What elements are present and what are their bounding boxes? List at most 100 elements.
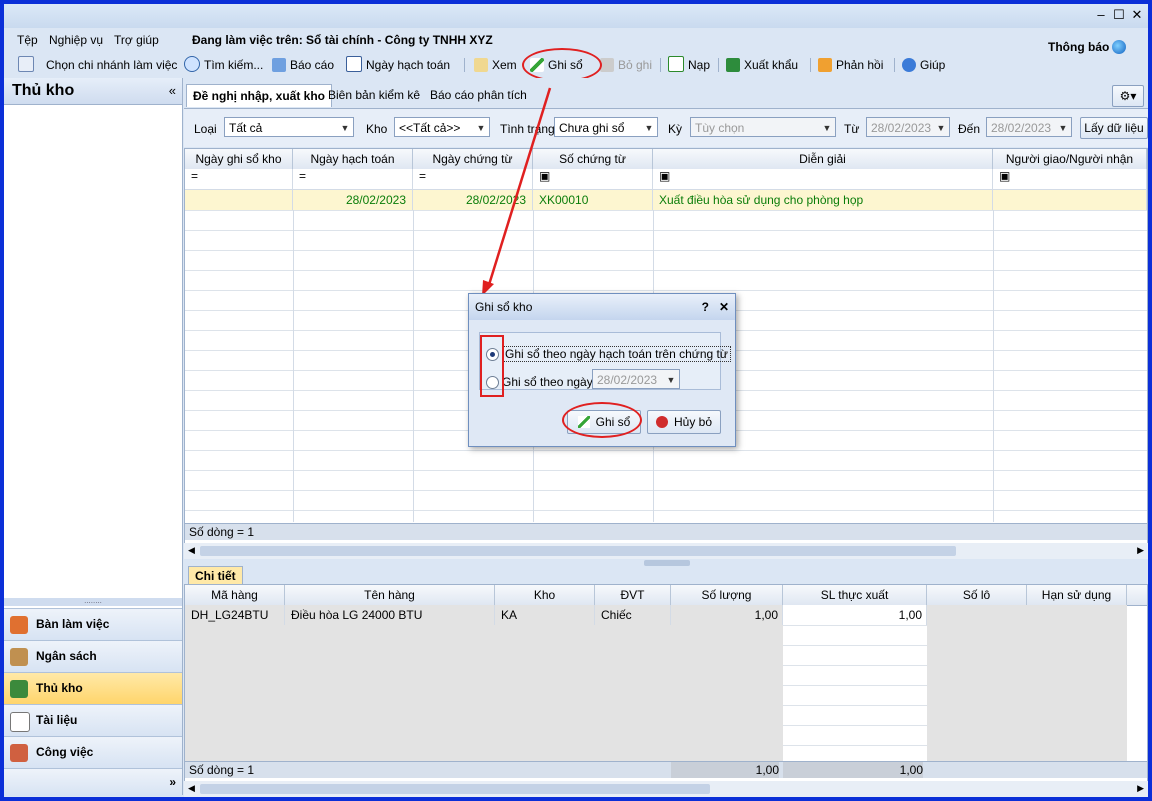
search-icon [184,56,200,72]
cell-person [993,190,1147,210]
unpost-button[interactable]: Bỏ ghi [600,56,652,74]
detail-row[interactable]: DH_LG24BTU Điều hòa LG 24000 BTU KA Chiế… [185,605,1147,625]
scroll-right-icon[interactable]: ▶ [1137,545,1144,556]
total-actual-qty: 1,00 [783,762,923,778]
highlight-post-button [522,48,602,82]
dialog-cancel-button[interactable]: Hủy bỏ [647,410,721,434]
toolbar-separator [464,58,465,72]
warehouse-select[interactable]: <<Tất cả>> ▼ [394,117,490,137]
minimize-button[interactable]: ‒ [1092,7,1110,23]
to-label: Đến [958,122,981,136]
cell-actual-qty[interactable]: 1,00 [783,605,927,625]
nav-budget[interactable]: Ngân sách [4,640,182,672]
to-date-picker[interactable]: 28/02/2023 ▼ [986,117,1072,137]
nav-tasks[interactable]: Công việc [4,736,182,768]
cell-voucher-no: XK00010 [533,190,653,210]
col-voucher-no[interactable]: Số chứng từ [533,149,653,169]
cell-item-name: Điều hòa LG 24000 BTU [285,605,495,625]
col-lot[interactable]: Số lô [927,585,1027,605]
dialog-close-button[interactable]: ✕ [719,294,729,320]
dialog-date-picker[interactable]: 28/02/2023 ▼ [592,369,680,389]
nav-more[interactable]: » [4,768,182,796]
filter-cell[interactable]: ▣ [993,169,1147,189]
scroll-left-icon[interactable]: ◀ [188,545,195,556]
fetch-data-button[interactable]: Lấy dữ liệu [1080,117,1148,139]
from-date-picker[interactable]: 28/02/2023 ▼ [866,117,950,137]
scroll-thumb[interactable] [200,546,956,556]
nav-desk[interactable]: Bàn làm việc [4,608,182,640]
type-select[interactable]: Tất cả ▼ [224,117,354,137]
cell-description: Xuất điều hòa sử dụng cho phòng họp [653,190,993,210]
dialog-help-button[interactable]: ? [702,294,709,320]
status-select[interactable]: Chưa ghi sổ ▼ [554,117,658,137]
table-row[interactable]: 28/02/2023 28/02/2023 XK00010 Xuất điều … [185,190,1147,210]
help-button[interactable]: Giúp [902,56,945,74]
detail-scrollbar[interactable]: ◀ ▶ [184,781,1148,797]
toolbar-separator [894,58,895,72]
col-quantity[interactable]: Số lượng [671,585,783,605]
col-expiry[interactable]: Hạn sử dụng [1027,585,1127,605]
scroll-left-icon[interactable]: ◀ [188,783,195,794]
view-button[interactable]: Xem [474,56,517,74]
tab-detail[interactable]: Chi tiết [188,566,243,585]
branch-button[interactable]: Chọn chi nhánh làm việc [18,56,177,74]
filter-cell[interactable]: = [293,169,413,189]
collapse-button[interactable]: « [169,78,176,104]
filter-cell[interactable]: = [185,169,293,189]
tab-requests[interactable]: Đề nghị nhập, xuất kho [186,84,333,107]
nav-documents[interactable]: Tài liệu [4,704,182,736]
menu-file[interactable]: Tệp [17,33,38,47]
period-select[interactable]: Tùy chọn ▼ [690,117,836,137]
col-stock-post-date[interactable]: Ngày ghi sổ kho [185,149,293,169]
col-person[interactable]: Người giao/Người nhận [993,149,1147,169]
calendar-icon [346,56,362,72]
scroll-thumb[interactable] [200,784,710,794]
opt2-label[interactable]: Ghi sổ theo ngày [502,375,593,389]
help-icon [902,58,916,72]
posting-date-button[interactable]: Ngày hạch toán [346,56,450,74]
highlight-radio-options [480,335,504,397]
col-unit[interactable]: ĐVT [595,585,671,605]
col-item-name[interactable]: Tên hàng [285,585,495,605]
export-button[interactable]: Xuất khẩu [726,56,798,74]
report-button[interactable]: Báo cáo [272,56,334,74]
scroll-right-icon[interactable]: ▶ [1137,783,1144,794]
nav-warehouse[interactable]: Thủ kho [4,672,182,704]
dialog-title: Ghi sổ kho [475,300,533,314]
nav-splitter[interactable]: ........ [4,597,182,606]
tab-analysis[interactable]: Báo cáo phân tích [424,84,533,106]
cell-unit: Chiếc [595,605,671,625]
menu-bar: Tệp Nghiệp vụ Trợ giúp Đang làm việc trê… [4,30,1148,54]
filter-cell[interactable]: ▣ [533,169,653,189]
gear-icon: ⚙▾ [1119,89,1137,103]
filter-cell[interactable]: ▣ [653,169,993,189]
col-line [993,210,994,522]
excel-icon [726,58,740,72]
panel-splitter[interactable] [644,560,690,566]
load-button[interactable]: Nạp [668,56,710,74]
col-item-code[interactable]: Mã hàng [185,585,285,605]
col-warehouse[interactable]: Kho [495,585,595,605]
col-actual-qty[interactable]: SL thực xuất [783,585,927,605]
search-button[interactable]: Tìm kiếm... [184,56,263,74]
col-voucher-date[interactable]: Ngày chứng từ [413,149,533,169]
document-icon [18,56,34,72]
cell-item-code: DH_LG24BTU [185,605,285,625]
opt1-label[interactable]: Ghi sổ theo ngày hạch toán trên chứng từ [502,346,731,362]
maximize-button[interactable]: ☐ [1110,7,1128,23]
more-chevron-icon[interactable]: » [169,767,176,797]
tasks-icon [10,744,28,762]
left-pane: Thủ kho « ........ Bàn làm việc Ngân sác… [4,78,183,796]
close-button[interactable]: ✕ [1128,7,1146,23]
menu-operations[interactable]: Nghiệp vụ [49,33,103,47]
grid-scrollbar[interactable]: ◀ ▶ [184,543,1148,559]
col-description[interactable]: Diễn giải [653,149,993,169]
menu-help[interactable]: Trợ giúp [114,33,159,47]
filter-bar: Loại Tất cả ▼ Kho <<Tất cả>> ▼ Tình trạng … [184,108,1148,147]
chevron-down-icon: ▼ [340,123,350,133]
settings-button[interactable]: ⚙▾ [1112,85,1144,107]
tab-inventory-report[interactable]: Biên bản kiểm kê [322,84,426,106]
feedback-button[interactable]: Phản hồi [818,56,883,74]
filter-cell[interactable]: = [413,169,533,189]
col-posting-date[interactable]: Ngày hạch toán [293,149,413,169]
